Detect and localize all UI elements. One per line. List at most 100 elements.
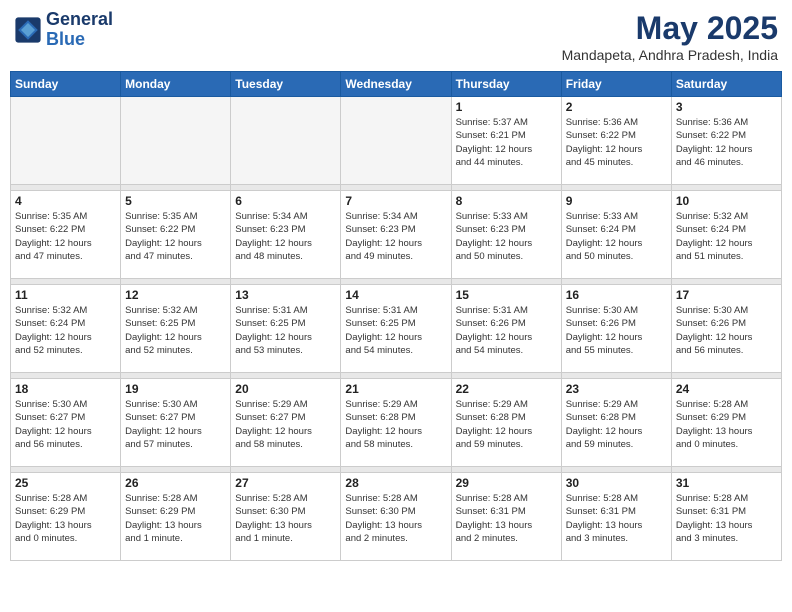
day-detail: Sunrise: 5:28 AM Sunset: 6:29 PM Dayligh…	[15, 492, 116, 545]
calendar-cell	[121, 97, 231, 185]
day-number: 26	[125, 476, 226, 490]
day-number: 24	[676, 382, 777, 396]
day-detail: Sunrise: 5:31 AM Sunset: 6:26 PM Dayligh…	[456, 304, 557, 357]
calendar-cell: 22 Sunrise: 5:29 AM Sunset: 6:28 PM Dayli…	[451, 379, 561, 467]
calendar-cell	[341, 97, 451, 185]
weekday-header: Tuesday	[231, 72, 341, 97]
day-detail: Sunrise: 5:31 AM Sunset: 6:25 PM Dayligh…	[345, 304, 446, 357]
calendar-title: May 2025	[562, 10, 778, 47]
day-number: 7	[345, 194, 446, 208]
day-number: 10	[676, 194, 777, 208]
calendar-cell: 8Sunrise: 5:33 AM Sunset: 6:23 PM Daylig…	[451, 191, 561, 279]
day-detail: Sunrise: 5:36 AM Sunset: 6:22 PM Dayligh…	[676, 116, 777, 169]
day-number: 21	[345, 382, 446, 396]
calendar-cell: 18 Sunrise: 5:30 AM Sunset: 6:27 PM Dayli…	[11, 379, 121, 467]
day-detail: Sunrise: 5:32 AM Sunset: 6:24 PM Dayligh…	[676, 210, 777, 263]
day-number: 2	[566, 100, 667, 114]
day-detail: Sunrise: 5:36 AM Sunset: 6:22 PM Dayligh…	[566, 116, 667, 169]
day-detail: Sunrise: 5:35 AM Sunset: 6:22 PM Dayligh…	[125, 210, 226, 263]
day-detail: Sunrise: 5:34 AM Sunset: 6:23 PM Dayligh…	[345, 210, 446, 263]
day-number: 18	[15, 382, 116, 396]
logo: General Blue	[14, 10, 113, 50]
calendar-subtitle: Mandapeta, Andhra Pradesh, India	[562, 47, 778, 63]
day-detail: Sunrise: 5:31 AM Sunset: 6:25 PM Dayligh…	[235, 304, 336, 357]
logo-text: General Blue	[46, 10, 113, 50]
calendar-cell: 20 Sunrise: 5:29 AM Sunset: 6:27 PM Dayli…	[231, 379, 341, 467]
day-number: 29	[456, 476, 557, 490]
calendar-cell: 21 Sunrise: 5:29 AM Sunset: 6:28 PM Dayli…	[341, 379, 451, 467]
day-number: 6	[235, 194, 336, 208]
day-number: 5	[125, 194, 226, 208]
day-number: 28	[345, 476, 446, 490]
day-number: 14	[345, 288, 446, 302]
weekday-header: Sunday	[11, 72, 121, 97]
calendar-cell: 30 Sunrise: 5:28 AM Sunset: 6:31 PM Dayli…	[561, 473, 671, 561]
calendar-cell: 26Sunrise: 5:28 AM Sunset: 6:29 PM Dayli…	[121, 473, 231, 561]
day-number: 15	[456, 288, 557, 302]
day-number: 1	[456, 100, 557, 114]
day-number: 23	[566, 382, 667, 396]
day-detail: Sunrise: 5:35 AM Sunset: 6:22 PM Dayligh…	[15, 210, 116, 263]
day-number: 30	[566, 476, 667, 490]
calendar-cell: 5 Sunrise: 5:35 AM Sunset: 6:22 PM Daylig…	[121, 191, 231, 279]
day-detail: Sunrise: 5:28 AM Sunset: 6:31 PM Dayligh…	[676, 492, 777, 545]
day-detail: Sunrise: 5:29 AM Sunset: 6:28 PM Dayligh…	[566, 398, 667, 451]
calendar-cell: 11 Sunrise: 5:32 AM Sunset: 6:24 PM Dayli…	[11, 285, 121, 373]
day-detail: Sunrise: 5:30 AM Sunset: 6:27 PM Dayligh…	[15, 398, 116, 451]
day-number: 3	[676, 100, 777, 114]
weekday-header: Thursday	[451, 72, 561, 97]
logo-line1: General	[46, 10, 113, 30]
calendar-cell: 29 Sunrise: 5:28 AM Sunset: 6:31 PM Dayli…	[451, 473, 561, 561]
day-detail: Sunrise: 5:28 AM Sunset: 6:31 PM Dayligh…	[566, 492, 667, 545]
day-number: 22	[456, 382, 557, 396]
day-number: 27	[235, 476, 336, 490]
calendar-cell: 25Sunrise: 5:28 AM Sunset: 6:29 PM Dayli…	[11, 473, 121, 561]
calendar-cell: 17Sunrise: 5:30 AM Sunset: 6:26 PM Dayli…	[671, 285, 781, 373]
day-detail: Sunrise: 5:28 AM Sunset: 6:31 PM Dayligh…	[456, 492, 557, 545]
calendar-cell: 9 Sunrise: 5:33 AM Sunset: 6:24 PM Daylig…	[561, 191, 671, 279]
day-detail: Sunrise: 5:37 AM Sunset: 6:21 PM Dayligh…	[456, 116, 557, 169]
day-detail: Sunrise: 5:30 AM Sunset: 6:26 PM Dayligh…	[566, 304, 667, 357]
calendar-cell: 13 Sunrise: 5:31 AM Sunset: 6:25 PM Dayli…	[231, 285, 341, 373]
day-detail: Sunrise: 5:28 AM Sunset: 6:30 PM Dayligh…	[235, 492, 336, 545]
calendar-cell: 12 Sunrise: 5:32 AM Sunset: 6:25 PM Dayli…	[121, 285, 231, 373]
day-number: 20	[235, 382, 336, 396]
day-number: 19	[125, 382, 226, 396]
weekday-header-row: SundayMondayTuesdayWednesdayThursdayFrid…	[11, 72, 782, 97]
calendar-cell: 6 Sunrise: 5:34 AM Sunset: 6:23 PM Daylig…	[231, 191, 341, 279]
calendar-week-row: 1 Sunrise: 5:37 AM Sunset: 6:21 PM Daylig…	[11, 97, 782, 185]
day-number: 31	[676, 476, 777, 490]
calendar-cell: 15 Sunrise: 5:31 AM Sunset: 6:26 PM Dayli…	[451, 285, 561, 373]
calendar-cell: 24Sunrise: 5:28 AM Sunset: 6:29 PM Dayli…	[671, 379, 781, 467]
title-block: May 2025 Mandapeta, Andhra Pradesh, Indi…	[562, 10, 778, 63]
calendar-cell: 10 Sunrise: 5:32 AM Sunset: 6:24 PM Dayli…	[671, 191, 781, 279]
calendar-week-row: 4 Sunrise: 5:35 AM Sunset: 6:22 PM Daylig…	[11, 191, 782, 279]
calendar-cell: 1 Sunrise: 5:37 AM Sunset: 6:21 PM Daylig…	[451, 97, 561, 185]
calendar-table: SundayMondayTuesdayWednesdayThursdayFrid…	[10, 71, 782, 561]
day-detail: Sunrise: 5:29 AM Sunset: 6:28 PM Dayligh…	[345, 398, 446, 451]
calendar-cell: 19Sunrise: 5:30 AM Sunset: 6:27 PM Dayli…	[121, 379, 231, 467]
calendar-cell: 14 Sunrise: 5:31 AM Sunset: 6:25 PM Dayli…	[341, 285, 451, 373]
day-number: 9	[566, 194, 667, 208]
day-detail: Sunrise: 5:34 AM Sunset: 6:23 PM Dayligh…	[235, 210, 336, 263]
calendar-cell: 7 Sunrise: 5:34 AM Sunset: 6:23 PM Daylig…	[341, 191, 451, 279]
day-detail: Sunrise: 5:33 AM Sunset: 6:24 PM Dayligh…	[566, 210, 667, 263]
logo-icon	[14, 16, 42, 44]
day-number: 11	[15, 288, 116, 302]
calendar-cell: 23 Sunrise: 5:29 AM Sunset: 6:28 PM Dayli…	[561, 379, 671, 467]
day-detail: Sunrise: 5:32 AM Sunset: 6:24 PM Dayligh…	[15, 304, 116, 357]
day-detail: Sunrise: 5:29 AM Sunset: 6:27 PM Dayligh…	[235, 398, 336, 451]
day-detail: Sunrise: 5:32 AM Sunset: 6:25 PM Dayligh…	[125, 304, 226, 357]
day-number: 13	[235, 288, 336, 302]
calendar-cell: 3 Sunrise: 5:36 AM Sunset: 6:22 PM Daylig…	[671, 97, 781, 185]
calendar-cell: 4 Sunrise: 5:35 AM Sunset: 6:22 PM Daylig…	[11, 191, 121, 279]
day-number: 12	[125, 288, 226, 302]
calendar-cell: 2 Sunrise: 5:36 AM Sunset: 6:22 PM Daylig…	[561, 97, 671, 185]
page-header: General Blue May 2025 Mandapeta, Andhra …	[10, 10, 782, 63]
day-detail: Sunrise: 5:29 AM Sunset: 6:28 PM Dayligh…	[456, 398, 557, 451]
day-number: 4	[15, 194, 116, 208]
day-detail: Sunrise: 5:33 AM Sunset: 6:23 PM Dayligh…	[456, 210, 557, 263]
calendar-week-row: 11 Sunrise: 5:32 AM Sunset: 6:24 PM Dayli…	[11, 285, 782, 373]
weekday-header: Monday	[121, 72, 231, 97]
calendar-week-row: 18 Sunrise: 5:30 AM Sunset: 6:27 PM Dayli…	[11, 379, 782, 467]
